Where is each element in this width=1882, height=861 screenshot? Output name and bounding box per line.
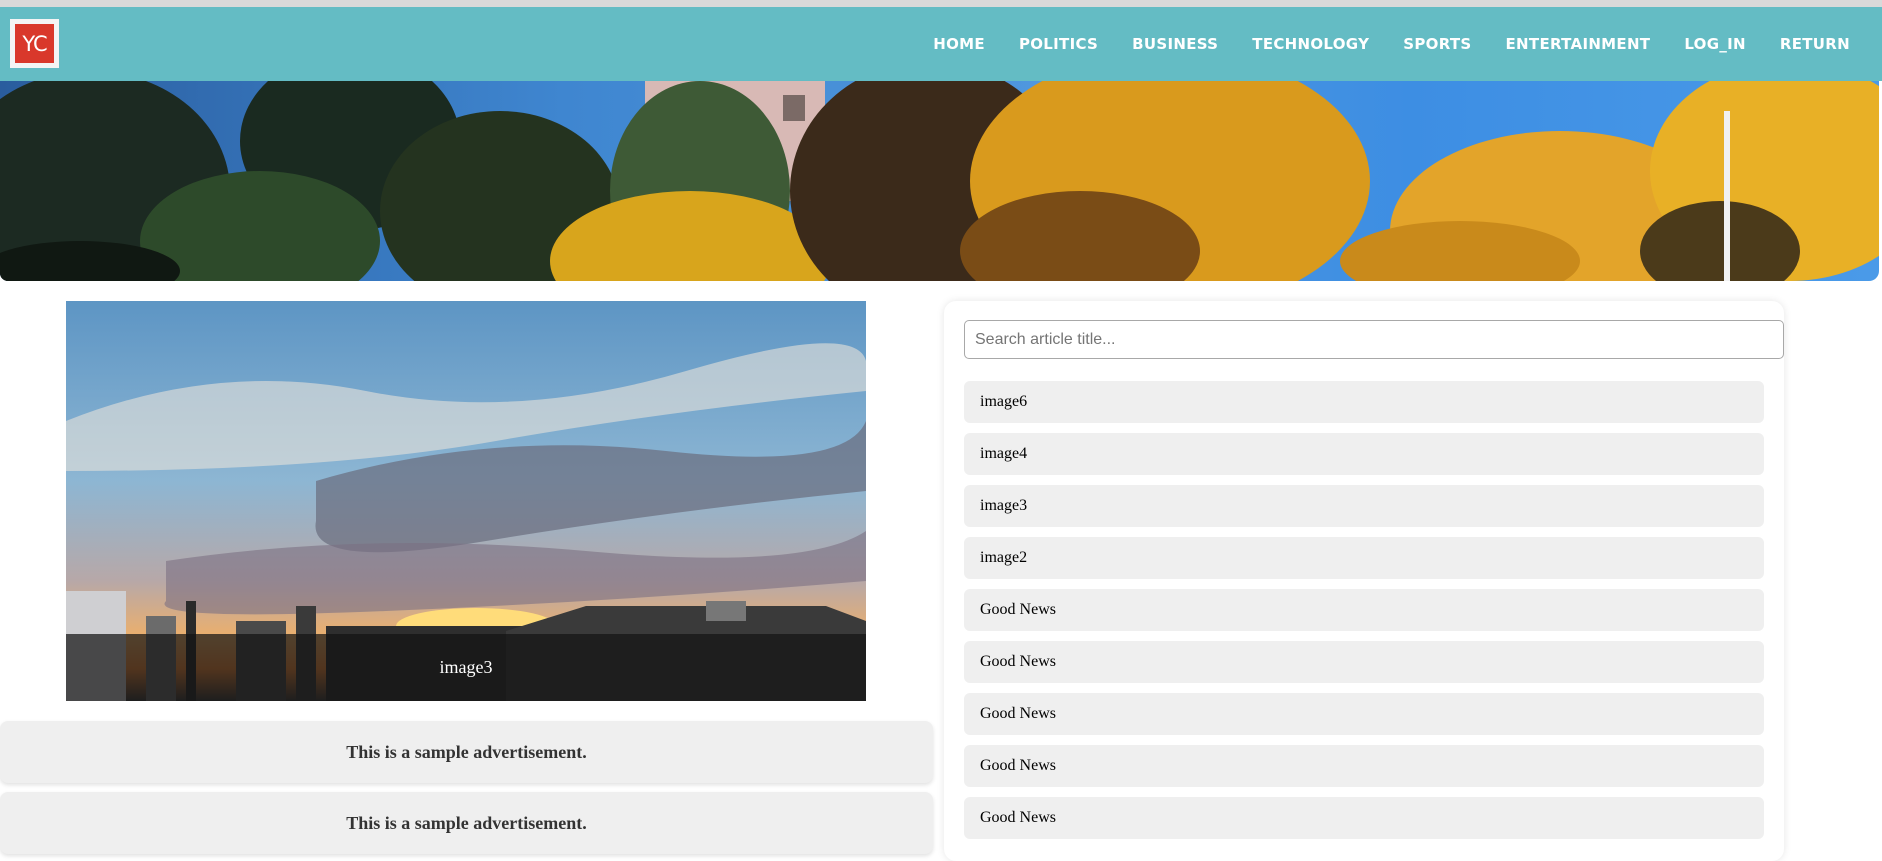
article-list-item[interactable]: image2 (964, 537, 1764, 579)
nav-item-log-in[interactable]: LOG_IN (1684, 35, 1746, 53)
article-sidebar: image6 image4 image3 image2 Good News Go… (944, 301, 1784, 861)
advertisement-banner[interactable]: This is a sample advertisement. (0, 792, 933, 854)
advertisement-banner[interactable]: This is a sample advertisement. (0, 721, 933, 783)
hero-banner-image (0, 81, 1879, 281)
banner-photo (0, 81, 1879, 281)
article-list-item[interactable]: image4 (964, 433, 1764, 475)
article-list-item[interactable]: Good News (964, 745, 1764, 787)
navbar: YC HOME POLITICS BUSINESS TECHNOLOGY SPO… (0, 7, 1882, 81)
nav-item-return[interactable]: RETURN (1780, 35, 1850, 53)
article-list-item[interactable]: Good News (964, 797, 1764, 839)
nav-item-home[interactable]: HOME (933, 35, 985, 53)
article-list-item[interactable]: Good News (964, 641, 1764, 683)
logo-mark: YC (15, 24, 54, 63)
browser-top-strip (0, 0, 1882, 7)
nav-menu: HOME POLITICS BUSINESS TECHNOLOGY SPORTS… (933, 7, 1850, 81)
featured-slide[interactable]: image3 (66, 301, 866, 701)
article-list-item[interactable]: image3 (964, 485, 1764, 527)
slide-caption: image3 (66, 634, 866, 701)
article-list-item[interactable]: Good News (964, 693, 1764, 735)
nav-item-technology[interactable]: TECHNOLOGY (1252, 35, 1369, 53)
search-input[interactable] (964, 320, 1784, 359)
site-logo[interactable]: YC (10, 19, 59, 68)
nav-item-politics[interactable]: POLITICS (1019, 35, 1098, 53)
article-list-item[interactable]: image6 (964, 381, 1764, 423)
nav-item-entertainment[interactable]: ENTERTAINMENT (1506, 35, 1651, 53)
article-list-item[interactable]: Good News (964, 589, 1764, 631)
nav-item-sports[interactable]: SPORTS (1403, 35, 1471, 53)
nav-item-business[interactable]: BUSINESS (1132, 35, 1218, 53)
article-list: image6 image4 image3 image2 Good News Go… (964, 381, 1764, 849)
